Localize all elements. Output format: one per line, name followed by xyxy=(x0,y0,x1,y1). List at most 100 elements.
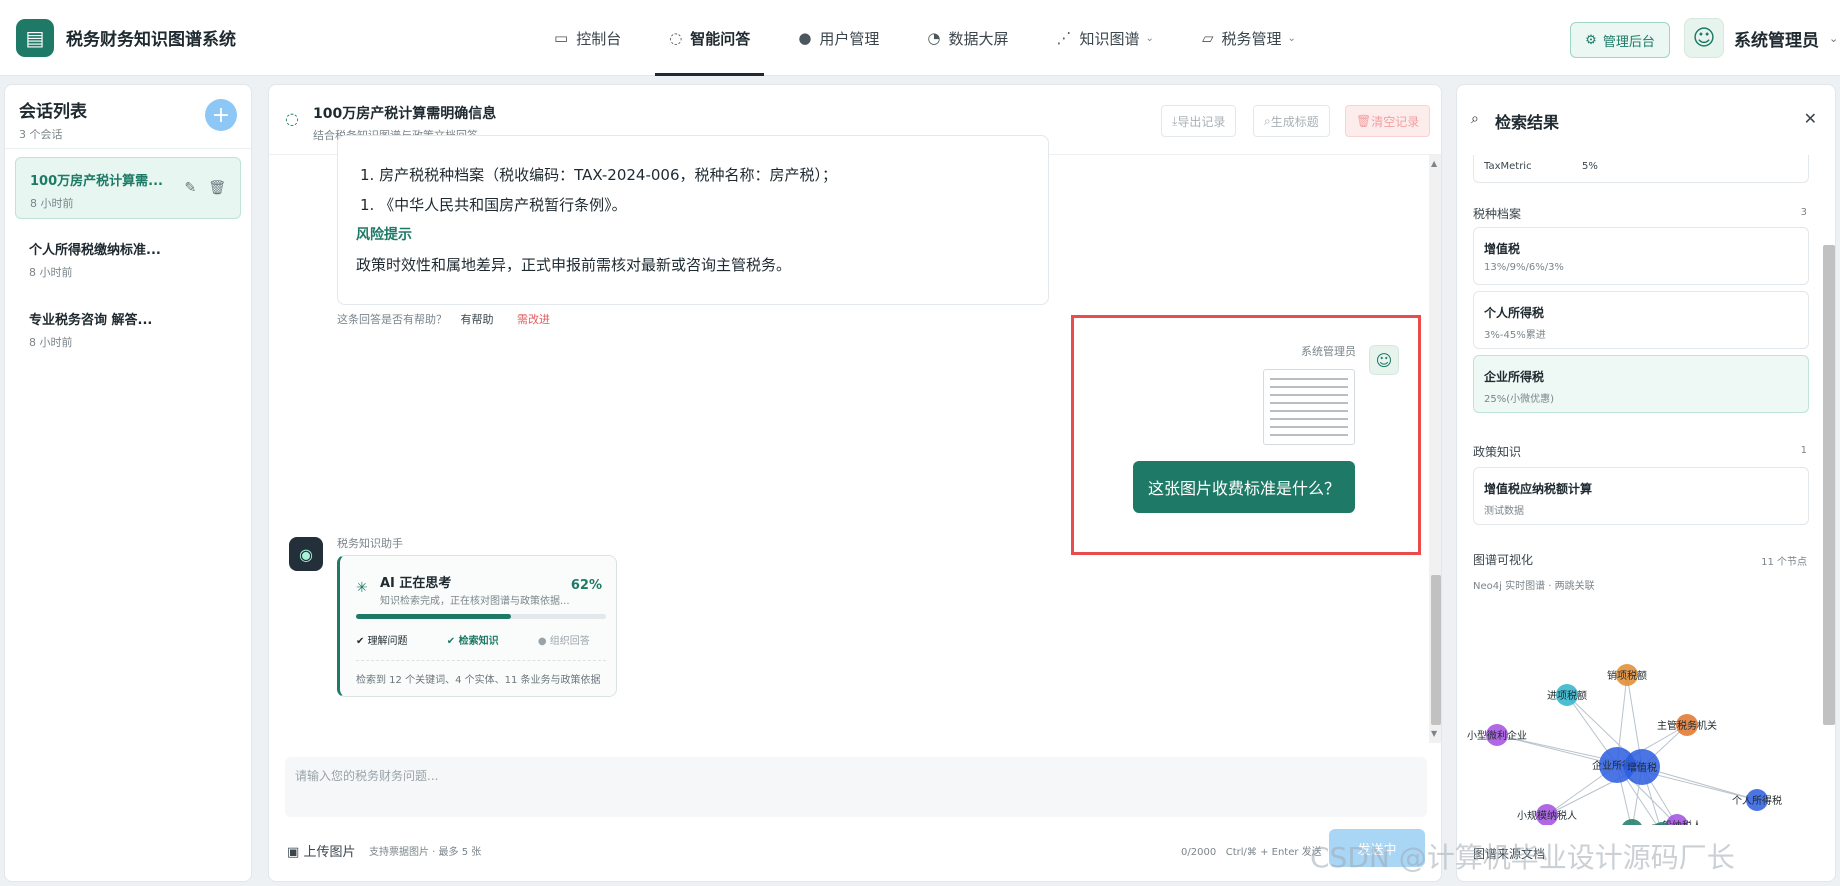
main-nav: ▭ 控制台 ◌ 智能问答 ● 用户管理 ◔ 数据大屏 ⋰ 知识图谱 ⌄ ▱ 税务管理 ⌄ xyxy=(540,0,1330,76)
uploaded-image-thumbnail[interactable] xyxy=(1263,369,1355,445)
chat-bubble-icon: ◌ xyxy=(669,29,683,47)
chevron-down-icon: ⌄ xyxy=(1287,32,1296,44)
conversation-count: 3 个会话 xyxy=(19,128,63,141)
robot-icon: ◉ xyxy=(289,537,323,571)
result-item[interactable]: 个人所得税 3%-45%累进 xyxy=(1473,291,1809,349)
graph-section-title: 图谱可视化 xyxy=(1473,553,1534,567)
result-item[interactable]: 增值税 13%/9%/6%/3% xyxy=(1473,227,1809,285)
source-docs-title: 图谱来源文档 xyxy=(1473,847,1546,861)
user-name: 系统管理员 xyxy=(1734,30,1819,51)
thinking-subtitle: 知识检索完成，正在核对图谱与政策依据... xyxy=(380,596,570,607)
nav-smart-qa[interactable]: ◌ 智能问答 xyxy=(655,0,765,76)
graph-node-label: 销项税额 xyxy=(1607,669,1647,682)
user-menu[interactable]: ☺ 系统管理员 ⌄ xyxy=(1684,18,1838,58)
monitor-icon: ▭ xyxy=(554,29,569,47)
export-record-button[interactable]: ⤓ 导出记录 xyxy=(1161,105,1237,137)
graph-node-circle xyxy=(1622,819,1642,825)
graph-node-label: 增值税 xyxy=(1627,761,1657,774)
brand[interactable]: ▤ 税务财务知识图谱系统 xyxy=(16,18,436,57)
graph-node[interactable]: 个人所得税 xyxy=(1732,789,1782,811)
graph-node-label: 进项税额 xyxy=(1547,689,1587,702)
share-nodes-icon: ⋰ xyxy=(1056,29,1072,47)
image-icon: ▣ xyxy=(287,845,300,860)
top-bar: ▤ 税务财务知识图谱系统 ▭ 控制台 ◌ 智能问答 ● 用户管理 ◔ 数据大屏 ⋰ 知识图… xyxy=(0,0,1840,76)
folder-icon: ▱ xyxy=(1201,29,1214,47)
policy-section-title: 政策知识 xyxy=(1473,445,1522,459)
results-header: ⌕ 检索结果 ✕ xyxy=(1457,85,1835,155)
app-logo-icon: ▤ xyxy=(16,18,54,57)
graph-node[interactable]: 小规模纳税人 xyxy=(1517,804,1577,825)
policy-section-count: 1 xyxy=(1800,445,1807,456)
avatar: ☺ xyxy=(1369,345,1399,375)
metric-card: TaxMetric 5% xyxy=(1473,155,1809,183)
graph-node[interactable]: 销项税额 xyxy=(1607,664,1647,686)
thinking-steps: ✔ 理解问题 ✔ 检索知识 ● 组织回答 xyxy=(356,632,626,647)
graph-node[interactable]: 主管税务机关 xyxy=(1657,714,1717,736)
app-title: 税务财务知识图谱系统 xyxy=(66,30,236,50)
upload-hint: 支持票据图片 · 最多 5 张 xyxy=(369,847,482,858)
conversation-item[interactable]: 个人所得税缴纳标准... 8 小时前 xyxy=(15,227,241,289)
gear-icon: ⚙ xyxy=(1585,32,1597,48)
risk-text: 政策时效性和属地差异，正式申报前需核对最新或咨询主管税务。 xyxy=(356,256,792,274)
close-icon[interactable]: ✕ xyxy=(1804,109,1817,128)
scroll-up-icon[interactable]: ▲ xyxy=(1431,159,1437,168)
chat-title: 100万房产税计算需明确信息 xyxy=(313,106,497,122)
graph-node[interactable]: 进项税额 xyxy=(1547,684,1587,706)
graph-node-label: 小型微利企业 xyxy=(1467,729,1527,742)
thinking-percent: 62% xyxy=(570,578,602,593)
graph-node-label: 个人所得税 xyxy=(1732,794,1782,807)
assistant-name: 税务知识助手 xyxy=(337,537,403,550)
step-understand: ✔ 理解问题 xyxy=(356,636,408,647)
scroll-down-icon[interactable]: ▼ xyxy=(1431,729,1437,738)
message-scrollbar[interactable]: ▲ ▼ xyxy=(1429,155,1441,743)
nav-console[interactable]: ▭ 控制台 xyxy=(540,0,635,76)
nav-user-management[interactable]: ● 用户管理 xyxy=(784,0,893,76)
graph-node[interactable]: 增值税 xyxy=(1624,749,1660,785)
upload-image-button[interactable]: ▣ 上传图片 xyxy=(287,841,355,860)
progress-fill xyxy=(356,614,511,619)
search-results-panel: ⌕ 检索结果 ✕ TaxMetric 5% 税种档案 3 增值税 13%/9%/6… xyxy=(1456,84,1836,882)
nav-knowledge-graph[interactable]: ⋰ 知识图谱 ⌄ xyxy=(1043,0,1168,76)
sidebar-header: 会话列表 3 个会话 + xyxy=(5,85,251,149)
tax-section-count: 3 xyxy=(1800,207,1807,218)
answer-line: 1. 《中华人民共和国房产税暂行条例》。 xyxy=(360,196,627,214)
user-icon: ● xyxy=(798,29,812,47)
graph-section-count: 11 个节点 xyxy=(1761,557,1807,568)
step-organize: ● 组织回答 xyxy=(537,636,590,647)
knowledge-graph[interactable]: 进项税额销项税额主管税务机关小型微利企业企业所得税增值税个人所得税小规模纳税人一… xyxy=(1457,585,1836,825)
risk-title: 风险提示 xyxy=(356,227,412,243)
helpful-button[interactable]: 有帮助 xyxy=(461,313,494,326)
trash-icon: 🗑 xyxy=(1356,114,1372,128)
graph-node-label: 小规模纳税人 xyxy=(1517,809,1577,822)
clear-record-button[interactable]: 🗑 清空记录 xyxy=(1345,105,1431,137)
result-item[interactable]: 企业所得税 25%(小微优惠) xyxy=(1473,355,1809,413)
graph-node[interactable]: 销售额 xyxy=(1617,819,1647,825)
progress-bar xyxy=(356,614,606,619)
scrollbar-thumb[interactable] xyxy=(1431,575,1441,725)
thinking-title: AI 正在思考 xyxy=(380,576,452,591)
message-input[interactable]: 请输入您的税务财务问题... xyxy=(285,757,1427,817)
step-retrieve: ✔ 检索知识 xyxy=(446,636,499,647)
spinner-icon: ✳ xyxy=(356,580,368,596)
trash-icon[interactable]: 🗑 xyxy=(208,180,226,196)
admin-console-button[interactable]: ⚙ 管理后台 xyxy=(1570,22,1670,58)
user-message-sender: 系统管理员 xyxy=(1301,345,1356,358)
new-conversation-button[interactable]: + xyxy=(205,99,237,131)
chat-panel: ◌ 100万房产税计算需明确信息 结合税务知识图谱与政策文档回答 ⤓导出记录 ⌕… xyxy=(268,84,1442,882)
nav-data-screen[interactable]: ◔ 数据大屏 xyxy=(913,0,1022,76)
conversation-item[interactable]: 专业税务咨询 解答... 8 小时前 xyxy=(15,297,241,359)
message-area[interactable]: 1. 房产税税种档案（税收编码：TAX-2024-006，税种名称：房产税）； … xyxy=(269,135,1429,743)
needs-improvement-button[interactable]: 需改进 xyxy=(517,313,550,326)
generate-title-button[interactable]: ⌕ 生成标题 xyxy=(1253,105,1330,137)
nav-tax-management[interactable]: ▱ 税务管理 ⌄ xyxy=(1188,0,1310,76)
result-item[interactable]: 增值税应纳税额计算 测试数据 xyxy=(1473,467,1809,525)
send-button[interactable]: 发送中 xyxy=(1329,829,1425,867)
search-icon: ⌕ xyxy=(1264,113,1271,128)
chevron-down-icon: ⌄ xyxy=(1145,32,1154,44)
pie-chart-icon: ◔ xyxy=(927,29,941,47)
graph-node[interactable]: 小型微利企业 xyxy=(1467,724,1527,746)
thinking-footer: 检索到 12 个关键词、4 个实体、11 条业务与政策依据 xyxy=(356,660,606,686)
edit-icon[interactable]: ✎ xyxy=(184,180,196,196)
sidebar-title: 会话列表 xyxy=(19,102,87,122)
conversation-item[interactable]: 100万房产税计算需... 8 小时前 ✎ 🗑 xyxy=(15,157,241,219)
